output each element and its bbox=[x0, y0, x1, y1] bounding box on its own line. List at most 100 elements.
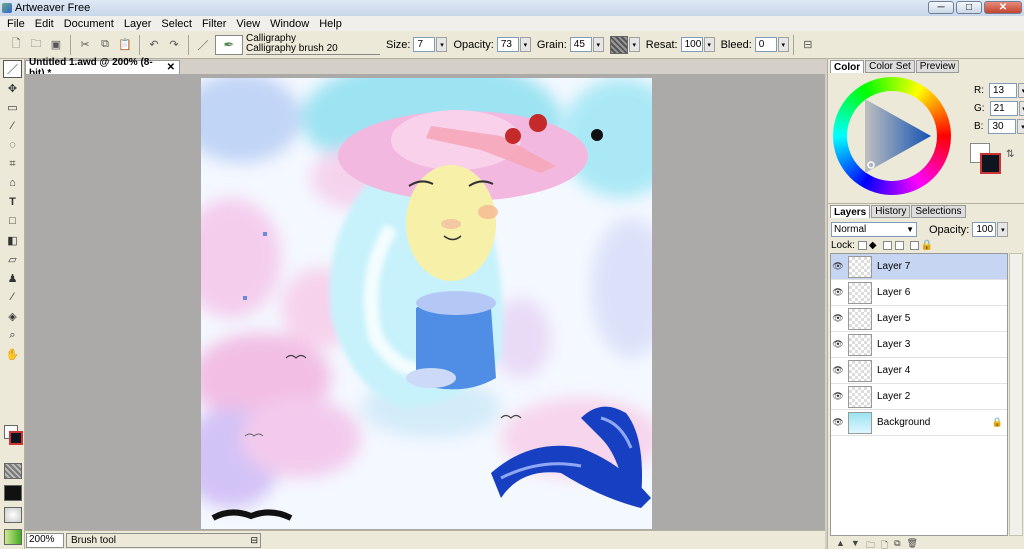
gradient-swatch[interactable] bbox=[4, 529, 22, 545]
gradient-icon[interactable]: ◧ bbox=[3, 231, 22, 249]
duplicate-layer-icon[interactable]: ⧉ bbox=[894, 538, 900, 549]
layer-row-layer-6[interactable]: 👁 Layer 6 bbox=[831, 280, 1007, 306]
text-tool-icon[interactable]: T bbox=[3, 193, 22, 211]
close-document-icon[interactable]: ✕ bbox=[167, 62, 179, 73]
grain-texture-swatch[interactable] bbox=[609, 35, 628, 54]
bleed-input[interactable]: 0 bbox=[754, 37, 777, 52]
drawing-canvas[interactable] bbox=[201, 78, 652, 529]
layer-opacity-input[interactable]: 100 bbox=[972, 222, 997, 237]
menu-select[interactable]: Select bbox=[156, 18, 197, 30]
brush-tool-icon[interactable]: ／ bbox=[195, 37, 211, 53]
visibility-eye-icon[interactable]: 👁 bbox=[831, 391, 845, 402]
size-dropdown-icon[interactable]: ▾ bbox=[436, 37, 448, 52]
resat-input[interactable]: 100 bbox=[680, 37, 703, 52]
close-button[interactable]: ✕ bbox=[984, 1, 1022, 14]
magic-wand-icon[interactable]: ⁄ bbox=[3, 117, 22, 135]
green-dropdown-icon[interactable]: ▾ bbox=[1018, 101, 1024, 116]
redo-icon[interactable]: ↷ bbox=[166, 37, 182, 53]
menu-filter[interactable]: Filter bbox=[197, 18, 231, 30]
zoom-icon[interactable]: ⌕ bbox=[3, 326, 22, 344]
crop-icon[interactable]: ⌗ bbox=[3, 155, 22, 173]
minimize-button[interactable]: ─ bbox=[928, 1, 954, 14]
grain-dropdown-icon[interactable]: ▾ bbox=[592, 37, 604, 52]
layer-row-layer-3[interactable]: 👁 Layer 3 bbox=[831, 332, 1007, 358]
save-icon[interactable]: ▣ bbox=[48, 37, 64, 53]
hand-icon[interactable]: ✋ bbox=[3, 345, 22, 363]
brush-tip-swatch[interactable] bbox=[4, 507, 22, 523]
layer-row-layer-2[interactable]: 👁 Layer 2 bbox=[831, 384, 1007, 410]
maximize-button[interactable]: □ bbox=[956, 1, 982, 14]
paper-texture-swatch[interactable] bbox=[4, 463, 22, 479]
layer-row-layer-7[interactable]: 👁 Layer 7 bbox=[831, 254, 1007, 280]
layer-opacity-dropdown-icon[interactable]: ▾ bbox=[997, 222, 1009, 237]
bleed-dropdown-icon[interactable]: ▾ bbox=[777, 37, 789, 52]
foreground-color-swatch[interactable] bbox=[980, 153, 1001, 174]
resat-dropdown-icon[interactable]: ▾ bbox=[703, 37, 715, 52]
move-layer-up-icon[interactable]: ▲ bbox=[836, 538, 845, 549]
menu-edit[interactable]: Edit bbox=[30, 18, 59, 30]
menu-document[interactable]: Document bbox=[59, 18, 119, 30]
copy-icon[interactable]: ⧉ bbox=[97, 37, 113, 53]
lock-all-checkbox[interactable] bbox=[909, 241, 919, 250]
visibility-eye-icon[interactable]: 👁 bbox=[831, 417, 845, 428]
green-input[interactable]: 21 bbox=[989, 101, 1018, 116]
grain-texture-dropdown-icon[interactable]: ▾ bbox=[628, 37, 640, 52]
menu-layer[interactable]: Layer bbox=[119, 18, 157, 30]
tab-preview[interactable]: Preview bbox=[915, 60, 960, 73]
new-layer-icon[interactable]: 🗋 bbox=[881, 538, 888, 549]
brush-tool-icon[interactable]: ／ bbox=[3, 60, 22, 78]
red-input[interactable]: 13 bbox=[989, 83, 1017, 98]
tab-color[interactable]: Color bbox=[830, 60, 865, 73]
paint-bucket-icon[interactable]: ◈ bbox=[3, 307, 22, 325]
tab-layers[interactable]: Layers bbox=[830, 205, 871, 218]
tab-history[interactable]: History bbox=[871, 205, 911, 218]
layer-row-background[interactable]: 👁 Background 🔒 bbox=[831, 410, 1007, 436]
open-file-icon[interactable]: 🗀 bbox=[28, 37, 44, 53]
lock-position-checkbox[interactable] bbox=[894, 241, 904, 250]
opacity-dropdown-icon[interactable]: ▾ bbox=[519, 37, 531, 52]
blue-dropdown-icon[interactable]: ▾ bbox=[1017, 119, 1024, 134]
visibility-eye-icon[interactable]: 👁 bbox=[831, 313, 845, 324]
color-wheel[interactable] bbox=[833, 77, 951, 195]
shape-tool-icon[interactable]: □ bbox=[3, 212, 22, 230]
layer-list-scrollbar[interactable] bbox=[1009, 253, 1023, 536]
brush-settings-icon[interactable]: ⊟ bbox=[800, 37, 816, 53]
blend-mode-select[interactable]: Normal ▼ bbox=[831, 222, 917, 237]
grain-input[interactable]: 45 bbox=[569, 37, 592, 52]
eraser-icon[interactable]: ▱ bbox=[3, 250, 22, 268]
move-layer-down-icon[interactable]: ▼ bbox=[851, 538, 860, 549]
paste-icon[interactable]: 📋 bbox=[117, 37, 133, 53]
size-input[interactable]: 7 bbox=[413, 37, 436, 52]
undo-icon[interactable]: ↶ bbox=[146, 37, 162, 53]
delete-layer-icon[interactable]: 🗑 bbox=[907, 538, 918, 549]
visibility-eye-icon[interactable]: 👁 bbox=[831, 287, 845, 298]
menu-view[interactable]: View bbox=[231, 18, 265, 30]
rectangle-select-icon[interactable]: ▭ bbox=[3, 98, 22, 116]
brush-preset-picker[interactable]: ✒ bbox=[215, 34, 243, 55]
clone-stamp-icon[interactable]: ♟ bbox=[3, 269, 22, 287]
menu-help[interactable]: Help bbox=[314, 18, 347, 30]
new-group-icon[interactable]: 🗀 bbox=[866, 538, 875, 549]
menu-window[interactable]: Window bbox=[265, 18, 314, 30]
layer-row-layer-5[interactable]: 👁 Layer 5 bbox=[831, 306, 1007, 332]
perspective-icon[interactable]: ⌂ bbox=[3, 174, 22, 192]
foreground-color-swatch[interactable] bbox=[9, 431, 23, 445]
visibility-eye-icon[interactable]: 👁 bbox=[831, 365, 845, 376]
visibility-eye-icon[interactable]: 👁 bbox=[831, 261, 845, 272]
eyedropper-icon[interactable]: ⁄ bbox=[3, 288, 22, 306]
menu-file[interactable]: File bbox=[2, 18, 30, 30]
blue-input[interactable]: 30 bbox=[988, 119, 1017, 134]
pattern-swatch[interactable] bbox=[4, 485, 22, 501]
visibility-eye-icon[interactable]: 👁 bbox=[831, 339, 845, 350]
brush-preset-name[interactable]: Calligraphy Calligraphy brush 20 bbox=[246, 34, 380, 55]
layer-row-layer-4[interactable]: 👁 Layer 4 bbox=[831, 358, 1007, 384]
move-tool-icon[interactable]: ✥ bbox=[3, 79, 22, 97]
red-dropdown-icon[interactable]: ▾ bbox=[1018, 83, 1024, 98]
lock-pixels-checkbox[interactable] bbox=[882, 241, 892, 250]
zoom-level[interactable]: 200% bbox=[26, 532, 64, 548]
swap-colors-icon[interactable]: ⇅ bbox=[1006, 149, 1014, 160]
color-triangle[interactable] bbox=[847, 91, 937, 181]
lock-transparency-checkbox[interactable] bbox=[857, 241, 867, 250]
opacity-input[interactable]: 73 bbox=[496, 37, 519, 52]
new-file-icon[interactable]: 🗋 bbox=[8, 37, 24, 53]
